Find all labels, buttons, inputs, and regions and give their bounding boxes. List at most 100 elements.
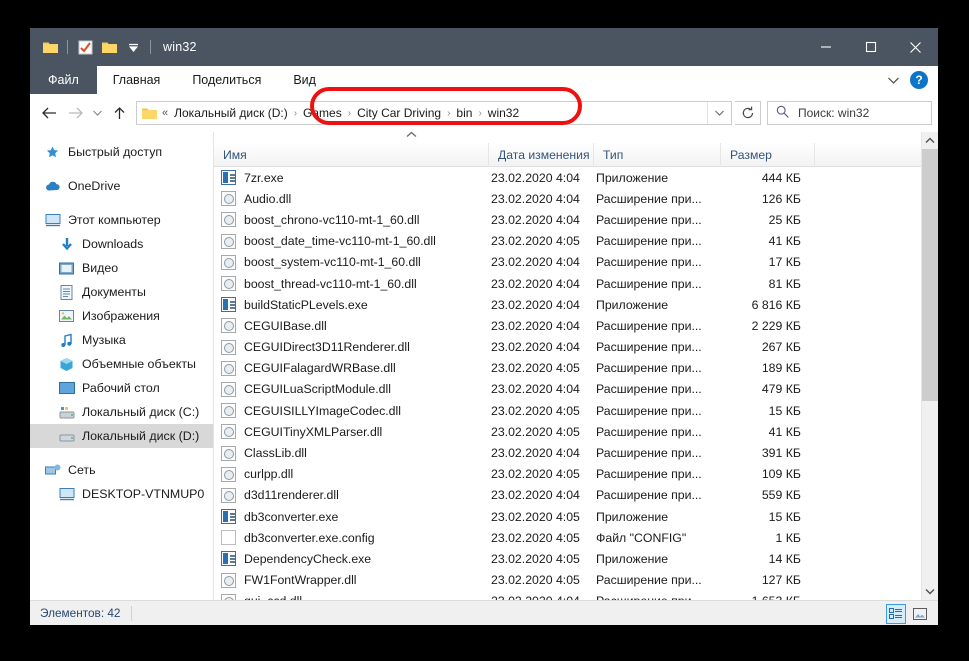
file-size-cell: 25 КБ <box>721 213 815 227</box>
sidebar-item-desktop[interactable]: Рабочий стол <box>30 376 213 400</box>
table-row[interactable]: db3converter.exe.config23.02.2020 4:05Фа… <box>214 527 938 548</box>
address-dropdown-icon[interactable] <box>707 102 731 124</box>
file-date-cell: 23.02.2020 4:05 <box>489 531 594 545</box>
file-name-cell: CEGUIFalagardWRBase.dll <box>214 361 489 376</box>
address-path-field[interactable]: « Локальный диск (D:) › Games › City Car… <box>136 101 732 125</box>
new-folder-icon[interactable] <box>98 36 120 58</box>
breadcrumb-bin[interactable]: bin <box>456 106 472 120</box>
vertical-scrollbar[interactable] <box>921 132 938 600</box>
file-size-cell: 17 КБ <box>721 255 815 269</box>
file-size-cell: 15 КБ <box>721 404 815 418</box>
tab-share[interactable]: Поделиться <box>176 66 277 94</box>
file-type-cell: Расширение при... <box>594 340 721 354</box>
tab-home[interactable]: Главная <box>97 66 177 94</box>
help-button[interactable]: ? <box>910 71 928 89</box>
table-row[interactable]: db3converter.exe23.02.2020 4:05Приложени… <box>214 506 938 527</box>
toolbar-divider-2 <box>150 40 151 54</box>
sidebar-item-pictures[interactable]: Изображения <box>30 304 213 328</box>
tab-file[interactable]: Файл <box>30 66 97 94</box>
sidebar-item-onedrive[interactable]: OneDrive <box>30 174 213 198</box>
table-row[interactable]: CEGUISILLYImageCodec.dll23.02.2020 4:05Р… <box>214 400 938 421</box>
table-row[interactable]: CEGUIBase.dll23.02.2020 4:04Расширение п… <box>214 315 938 336</box>
sidebar-item-videos[interactable]: Видео <box>30 256 213 280</box>
scroll-up-icon[interactable] <box>922 132 939 149</box>
file-date-cell: 23.02.2020 4:04 <box>489 319 594 333</box>
up-arrow-icon[interactable] <box>106 99 132 127</box>
table-row[interactable]: CEGUIDirect3D11Renderer.dll23.02.2020 4:… <box>214 337 938 358</box>
table-row[interactable]: d3d11renderer.dll23.02.2020 4:04Расширен… <box>214 485 938 506</box>
table-row[interactable]: ClassLib.dll23.02.2020 4:04Расширение пр… <box>214 442 938 463</box>
dll-file-icon <box>221 255 236 270</box>
maximize-icon[interactable] <box>848 28 893 66</box>
table-row[interactable]: curlpp.dll23.02.2020 4:05Расширение при.… <box>214 464 938 485</box>
customize-dropdown-icon[interactable] <box>122 36 144 58</box>
sidebar-item-music[interactable]: Музыка <box>30 328 213 352</box>
file-name-label: DependencyCheck.exe <box>244 552 371 566</box>
sidebar-item-local-disk-d[interactable]: Локальный диск (D:) <box>30 424 213 448</box>
history-dropdown-icon[interactable] <box>88 99 106 127</box>
file-date-cell: 23.02.2020 4:05 <box>489 361 594 375</box>
table-row[interactable]: Audio.dll23.02.2020 4:04Расширение при..… <box>214 188 938 209</box>
chevron-down-icon[interactable] <box>882 69 904 91</box>
file-name-cell: DependencyCheck.exe <box>214 551 489 566</box>
close-icon[interactable] <box>893 28 938 66</box>
table-row[interactable]: FW1FontWrapper.dll23.02.2020 4:05Расшире… <box>214 570 938 591</box>
table-row[interactable]: boost_system-vc110-mt-1_60.dll23.02.2020… <box>214 252 938 273</box>
file-date-cell: 23.02.2020 4:04 <box>489 382 594 396</box>
details-view-icon[interactable] <box>886 604 906 624</box>
file-type-cell: Расширение при... <box>594 255 721 269</box>
minimize-icon[interactable] <box>803 28 848 66</box>
table-row[interactable]: gui_ccd.dll23.02.2020 4:04Расширение при… <box>214 591 938 600</box>
sidebar-item-local-disk-c[interactable]: Локальный диск (C:) <box>30 400 213 424</box>
search-input[interactable]: Поиск: win32 <box>767 101 932 125</box>
scrollbar-thumb[interactable] <box>922 149 939 401</box>
breadcrumb-games[interactable]: Games <box>303 106 342 120</box>
sidebar-item-this-pc[interactable]: Этот компьютер <box>30 208 213 232</box>
path-overflow-icon[interactable]: « <box>162 107 168 119</box>
breadcrumb-city-car-driving[interactable]: City Car Driving <box>357 106 441 120</box>
table-row[interactable]: boost_chrono-vc110-mt-1_60.dll23.02.2020… <box>214 209 938 230</box>
large-icons-view-icon[interactable] <box>910 604 930 624</box>
file-type-cell: Приложение <box>594 171 721 185</box>
table-row[interactable]: CEGUITinyXMLParser.dll23.02.2020 4:05Рас… <box>214 421 938 442</box>
file-date-cell: 23.02.2020 4:04 <box>489 192 594 206</box>
sidebar-item-3d-objects[interactable]: Объемные объекты <box>30 352 213 376</box>
table-row[interactable]: boost_thread-vc110-mt-1_60.dll23.02.2020… <box>214 273 938 294</box>
column-header-size[interactable]: Размер <box>721 143 815 167</box>
file-name-cell: CEGUISILLYImageCodec.dll <box>214 403 489 418</box>
breadcrumb-drive[interactable]: Локальный диск (D:) <box>174 106 288 120</box>
sidebar-item-quick-access[interactable]: Быстрый доступ <box>30 140 213 164</box>
folder-icon[interactable] <box>39 36 61 58</box>
scrollbar-track[interactable] <box>922 149 939 583</box>
file-type-cell: Приложение <box>594 298 721 312</box>
file-date-cell: 23.02.2020 4:05 <box>489 552 594 566</box>
table-row[interactable]: CEGUILuaScriptModule.dll23.02.2020 4:04Р… <box>214 379 938 400</box>
tab-view[interactable]: Вид <box>277 66 332 94</box>
ribbon-right-controls: ? <box>882 66 934 94</box>
refresh-icon[interactable] <box>735 101 761 125</box>
column-header-name[interactable]: Имя <box>214 143 489 167</box>
sidebar-item-network[interactable]: Сеть <box>30 458 213 482</box>
table-row[interactable]: 7zr.exe23.02.2020 4:04Приложение444 КБ <box>214 167 938 188</box>
breadcrumb-win32[interactable]: win32 <box>488 106 519 120</box>
file-type-cell: Расширение при... <box>594 404 721 418</box>
sidebar-item-downloads[interactable]: Downloads <box>30 232 213 256</box>
title-bar: win32 <box>30 28 938 66</box>
back-arrow-icon[interactable] <box>36 99 62 127</box>
table-row[interactable]: DependencyCheck.exe23.02.2020 4:05Прилож… <box>214 548 938 569</box>
sidebar-item-documents[interactable]: Документы <box>30 280 213 304</box>
column-header-date[interactable]: Дата изменения <box>489 143 594 167</box>
sort-ascending-icon <box>214 132 938 143</box>
table-row[interactable]: boost_date_time-vc110-mt-1_60.dll23.02.2… <box>214 231 938 252</box>
sidebar-item-desktop-vtnmup0[interactable]: DESKTOP-VTNMUP0 <box>30 482 213 506</box>
table-row[interactable]: CEGUIFalagardWRBase.dll23.02.2020 4:05Ра… <box>214 358 938 379</box>
table-row[interactable]: buildStaticPLevels.exe23.02.2020 4:04При… <box>214 294 938 315</box>
properties-icon[interactable] <box>74 36 96 58</box>
column-header-type[interactable]: Тип <box>594 143 721 167</box>
file-name-cell: CEGUITinyXMLParser.dll <box>214 424 489 439</box>
file-name-label: FW1FontWrapper.dll <box>244 573 357 587</box>
file-size-cell: 126 КБ <box>721 192 815 206</box>
scroll-down-icon[interactable] <box>922 583 939 600</box>
file-size-cell: 6 816 КБ <box>721 298 815 312</box>
sidebar-item-label: Сеть <box>68 463 96 477</box>
